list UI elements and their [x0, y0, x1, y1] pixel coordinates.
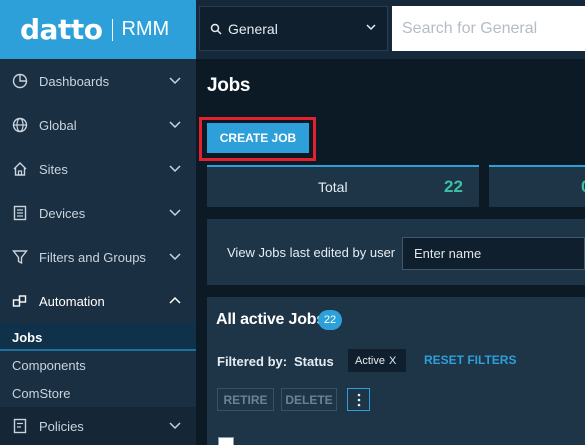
chevron-down-icon [169, 77, 181, 85]
home-icon [13, 162, 27, 176]
sidebar-subitem-jobs[interactable]: Jobs [0, 323, 196, 351]
stat-card-total[interactable]: Total 22 [207, 165, 479, 207]
filter-icon [12, 250, 28, 265]
sidebar-item-label: Policies [39, 418, 84, 434]
policy-icon [13, 418, 27, 434]
chip-label: Active [355, 354, 385, 367]
main-content: Jobs CREATE JOB Total 22 0 View Jobs las… [196, 59, 585, 445]
user-name-input[interactable] [402, 237, 585, 270]
sidebar-subitem-label: Jobs [12, 329, 43, 345]
chevron-down-icon [169, 209, 181, 217]
user-filter-label: View Jobs last edited by user [227, 245, 396, 260]
sidebar-item-label: Automation [39, 293, 105, 309]
scope-select-value: General [228, 20, 278, 37]
status-filter-chip[interactable]: Active X [348, 349, 406, 372]
sidebar-item-label: Filters and Groups [39, 249, 146, 265]
automation-icon [12, 295, 27, 307]
chevron-down-icon [169, 422, 181, 430]
user-filter-panel: View Jobs last edited by user [207, 219, 585, 285]
sidebar-item-automation[interactable]: Automation [0, 279, 196, 323]
globe-icon [12, 117, 28, 133]
brand-logo[interactable]: datto RMM [0, 0, 196, 59]
sidebar-item-sites[interactable]: Sites [0, 147, 196, 191]
sidebar: Dashboards Global Sites Devices Filters … [0, 59, 196, 445]
sidebar-item-devices[interactable]: Devices [0, 191, 196, 235]
chevron-down-icon [169, 165, 181, 173]
search-icon [210, 23, 222, 35]
top-bar: General [196, 0, 585, 59]
sidebar-subitem-label: ComStore [12, 385, 71, 401]
close-icon[interactable]: X [389, 355, 396, 367]
kebab-menu-icon [357, 393, 360, 406]
sidebar-subitem-label: Components [12, 357, 86, 373]
select-all-checkbox[interactable] [218, 437, 234, 445]
filtered-by-label: Filtered by: [217, 354, 288, 369]
sidebar-item-label: Global [39, 117, 77, 133]
create-job-button[interactable]: CREATE JOB [207, 123, 309, 153]
jobs-panel: All active Jobs 22 Filtered by: Status A… [207, 297, 585, 445]
stat-value: 22 [444, 177, 463, 196]
chevron-up-icon [169, 296, 181, 304]
device-list-icon [13, 205, 27, 221]
stat-value: 0 [581, 177, 585, 197]
page-title: Jobs [207, 75, 251, 96]
logo-product: RMM [121, 18, 170, 40]
sidebar-subitem-components[interactable]: Components [0, 351, 196, 379]
stat-card-next[interactable]: 0 [489, 165, 585, 207]
search-input[interactable] [392, 6, 585, 51]
sidebar-item-filters-and-groups[interactable]: Filters and Groups [0, 235, 196, 279]
status-filter-label: Status [294, 354, 334, 369]
scope-select[interactable]: General [199, 6, 388, 51]
sidebar-item-label: Sites [39, 161, 68, 177]
more-options-button[interactable] [347, 388, 370, 411]
retire-button[interactable]: RETIRE [217, 388, 274, 411]
sidebar-item-policies[interactable]: Policies [0, 407, 196, 445]
reset-filters-link[interactable]: RESET FILTERS [424, 353, 516, 367]
sidebar-item-label: Devices [39, 205, 86, 221]
sidebar-subitem-comstore[interactable]: ComStore [0, 379, 196, 407]
logo-wordmark: datto [20, 13, 103, 46]
delete-button[interactable]: DELETE [281, 388, 337, 411]
chevron-down-icon [169, 253, 181, 261]
sidebar-item-dashboards[interactable]: Dashboards [0, 59, 196, 103]
jobs-panel-title: All active Jobs [216, 311, 326, 328]
logo-divider [112, 18, 114, 41]
sidebar-item-global[interactable]: Global [0, 103, 196, 147]
chevron-down-icon [169, 121, 181, 129]
chevron-down-icon [366, 24, 376, 31]
sidebar-item-label: Dashboards [39, 73, 110, 89]
stat-label: Total [318, 179, 348, 195]
pie-chart-icon [12, 73, 28, 89]
jobs-count-badge: 22 [318, 310, 342, 330]
